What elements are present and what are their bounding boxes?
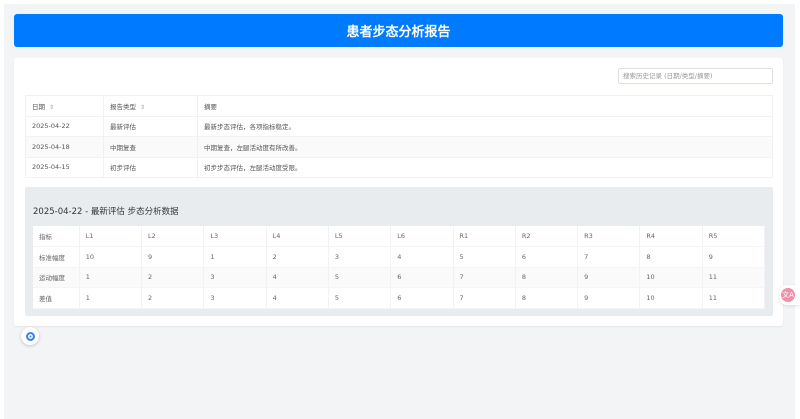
cell-type: 初步评估: [104, 157, 198, 178]
detail-cell: 2: [266, 247, 328, 268]
cell-date: 2025-04-15: [26, 157, 104, 178]
detail-cell: 10: [79, 247, 141, 268]
detail-cell: 1: [79, 267, 141, 288]
detail-column-header: L2: [142, 226, 204, 247]
detail-cell: 10: [640, 267, 702, 288]
detail-cell: 5: [328, 267, 390, 288]
cell-type: 最新评估: [104, 116, 198, 137]
detail-cell: 7: [578, 247, 640, 268]
report-card: 日期 ⇕ 报告类型 ⇕ 摘要 2025-04-22最新评估最新步态评估，各项指标稳定…: [14, 58, 783, 326]
sort-icon[interactable]: ⇕: [49, 104, 54, 111]
cell-summary: 最新步态评估，各项指标稳定。: [198, 116, 773, 137]
detail-panel: 2025-04-22 - 最新评估 步态分析数据 指标L1L2L3L4L5L6R…: [25, 187, 773, 316]
detail-cell: 9: [578, 267, 640, 288]
detail-cell: 3: [328, 247, 390, 268]
detail-cell: 5: [453, 247, 515, 268]
detail-cell: 9: [578, 288, 640, 309]
column-label: 日期: [32, 103, 45, 111]
detail-column-header: L5: [328, 226, 390, 247]
table-row[interactable]: 2025-04-15初步评估初步步态评估，左腿活动度受限。: [26, 157, 773, 178]
detail-column-header: R3: [578, 226, 640, 247]
floating-assistant-button[interactable]: [21, 327, 39, 345]
translate-button[interactable]: 文A: [779, 285, 800, 305]
detail-cell: 6: [515, 247, 577, 268]
detail-cell: 运动幅度: [33, 267, 79, 288]
column-header-summary: 摘要: [198, 96, 773, 117]
detail-column-header: R2: [515, 226, 577, 247]
detail-cell: 9: [702, 247, 764, 268]
detail-cell: 7: [453, 288, 515, 309]
detail-column-header: R5: [702, 226, 764, 247]
detail-cell: 2: [142, 288, 204, 309]
detail-cell: 1: [204, 247, 266, 268]
detail-cell: 8: [515, 267, 577, 288]
cell-summary: 中期复查，左腿活动度有所改善。: [198, 137, 773, 158]
history-table: 日期 ⇕ 报告类型 ⇕ 摘要 2025-04-22最新评估最新步态评估，各项指标稳定…: [25, 95, 773, 178]
detail-cell: 5: [328, 288, 390, 309]
detail-cell: 4: [391, 247, 453, 268]
sort-icon[interactable]: ⇕: [140, 104, 145, 111]
detail-table: 指标L1L2L3L4L5L6R1R2R3R4R5标准幅度109123456789…: [33, 226, 765, 309]
table-header-row: 日期 ⇕ 报告类型 ⇕ 摘要: [26, 96, 773, 117]
page-title: 患者步态分析报告: [346, 21, 450, 40]
detail-column-header: L6: [391, 226, 453, 247]
table-row[interactable]: 2025-04-22最新评估最新步态评估，各项指标稳定。: [26, 116, 773, 137]
cell-date: 2025-04-18: [26, 137, 104, 158]
detail-cell: 7: [453, 267, 515, 288]
cell-date: 2025-04-22: [26, 116, 104, 137]
page: 患者步态分析报告 日期 ⇕ 报告类型 ⇕ 摘要 2025-04-22最新评估最新步态…: [4, 4, 795, 419]
cell-type: 中期复查: [104, 137, 198, 158]
detail-header-row: 指标L1L2L3L4L5L6R1R2R3R4R5: [33, 226, 765, 247]
detail-cell: 2: [142, 267, 204, 288]
detail-column-header: L3: [204, 226, 266, 247]
column-header-type[interactable]: 报告类型 ⇕: [104, 96, 198, 117]
detail-column-header: L4: [266, 226, 328, 247]
detail-cell: 差值: [33, 288, 79, 309]
detail-cell: 11: [702, 267, 764, 288]
detail-cell: 标准幅度: [33, 247, 79, 268]
detail-title: 2025-04-22 - 最新评估 步态分析数据: [33, 205, 179, 217]
detail-table-scroll[interactable]: 指标L1L2L3L4L5L6R1R2R3R4R5标准幅度109123456789…: [33, 226, 765, 309]
assistant-icon: [26, 332, 35, 341]
detail-cell: 3: [204, 288, 266, 309]
detail-cell: 9: [142, 247, 204, 268]
detail-row: 标准幅度109123456789: [33, 247, 765, 268]
cell-summary: 初步步态评估，左腿活动度受限。: [198, 157, 773, 178]
detail-cell: 6: [391, 267, 453, 288]
detail-column-header: 指标: [33, 226, 79, 247]
detail-cell: 6: [391, 288, 453, 309]
detail-cell: 3: [204, 267, 266, 288]
translate-icon: 文A: [781, 288, 795, 302]
detail-cell: 8: [640, 247, 702, 268]
column-label: 报告类型: [110, 103, 136, 111]
detail-column-header: R4: [640, 226, 702, 247]
column-header-date[interactable]: 日期 ⇕: [26, 96, 104, 117]
detail-cell: 11: [702, 288, 764, 309]
detail-cell: 8: [515, 288, 577, 309]
detail-cell: 10: [640, 288, 702, 309]
detail-column-header: L1: [79, 226, 141, 247]
detail-column-header: R1: [453, 226, 515, 247]
detail-cell: 4: [266, 288, 328, 309]
detail-row: 运动幅度1234567891011: [33, 267, 765, 288]
detail-cell: 1: [79, 288, 141, 309]
table-row[interactable]: 2025-04-18中期复查中期复查，左腿活动度有所改善。: [26, 137, 773, 158]
detail-cell: 4: [266, 267, 328, 288]
detail-row: 差值1234567891011: [33, 288, 765, 309]
page-header: 患者步态分析报告: [14, 14, 783, 47]
search-input[interactable]: [618, 68, 773, 84]
